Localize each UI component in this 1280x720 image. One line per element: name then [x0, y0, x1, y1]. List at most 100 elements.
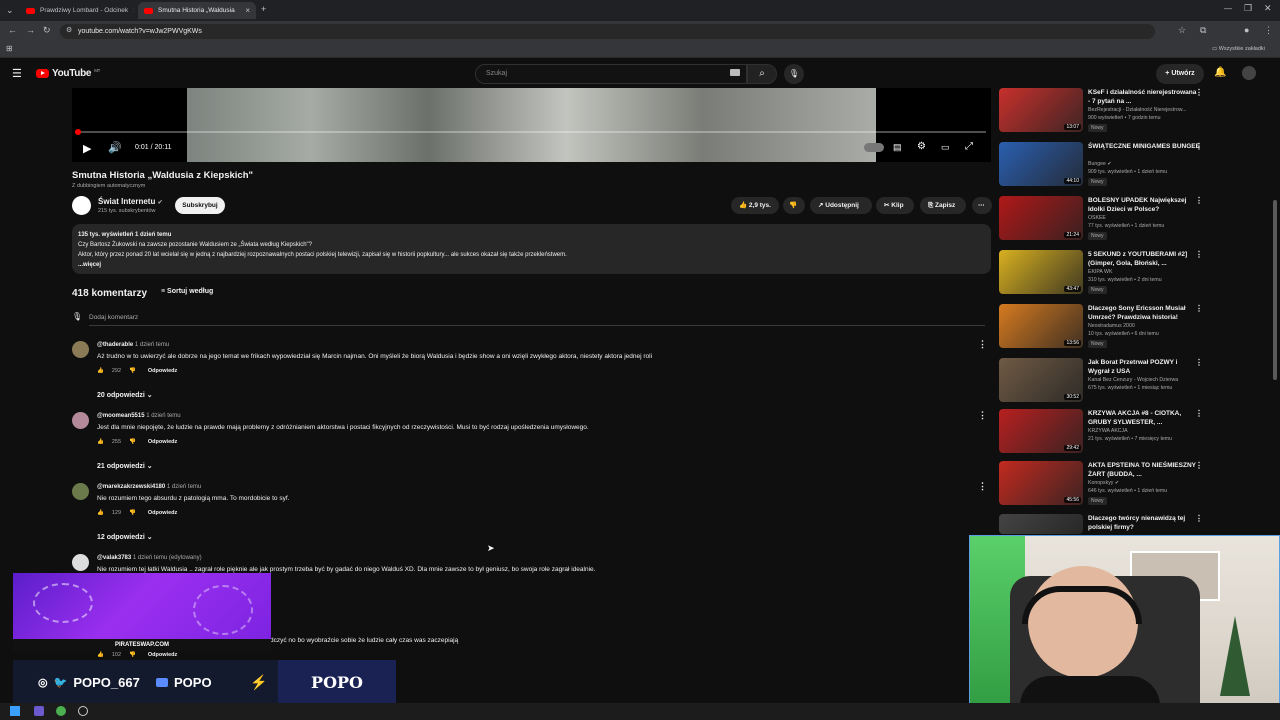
subtitles-icon[interactable]: ▤	[893, 142, 902, 153]
page-scrollbar[interactable]	[1273, 200, 1277, 380]
related-video-channel[interactable]: Neostradamus 2000	[1088, 323, 1135, 329]
taskbar-app-icon[interactable]	[78, 706, 88, 716]
save-button[interactable]: ⎘ Zapisz	[920, 197, 966, 214]
comment-author[interactable]: @moomean5515 1 dzień temu	[97, 413, 181, 419]
avatar[interactable]	[72, 341, 89, 358]
voice-search-button[interactable]: 🎙	[784, 64, 804, 84]
related-video-title[interactable]: ŚWIĄTECZNE MINIGAMES BUNGEE	[1088, 142, 1200, 151]
notifications-bell-icon[interactable]: 🔔	[1214, 67, 1226, 78]
taskbar-app-icon[interactable]	[34, 706, 44, 716]
start-icon[interactable]	[10, 706, 20, 716]
related-video-item[interactable]: 43:47 5 SEKUND z YOUTUBERAMI #2] (Gimper,…	[999, 250, 1274, 302]
create-button[interactable]: + Utwórz	[1156, 64, 1204, 84]
avatar[interactable]	[72, 483, 89, 500]
browser-tab-active[interactable]: Smutna Historia „Waldusia ×	[138, 2, 256, 19]
settings-gear-icon[interactable]: ⚙	[917, 141, 926, 152]
search-button[interactable]: ⌕	[747, 64, 777, 84]
video-thumbnail[interactable]: 45:56	[999, 461, 1083, 505]
related-video-channel[interactable]: KRZYWA AKCJA	[1088, 428, 1128, 434]
related-video-item[interactable]: 29:42 KRZYWA AKCJA #8 - CIOTKA, GRUBY SYL…	[999, 409, 1274, 461]
autoplay-toggle[interactable]	[864, 143, 884, 152]
comment-menu-icon[interactable]: ⋮	[978, 339, 987, 350]
close-window-icon[interactable]: ✕	[1264, 4, 1272, 13]
avatar[interactable]	[72, 412, 89, 429]
progress-bar[interactable]	[77, 131, 986, 133]
related-video-channel[interactable]: EKIPA WK	[1088, 269, 1112, 275]
more-actions-button[interactable]: ⋯	[972, 197, 992, 214]
tab-list-icon[interactable]: ⌄	[6, 6, 14, 15]
share-button[interactable]: ↗ Udostępnij	[810, 197, 872, 214]
video-menu-icon[interactable]: ⋮	[1195, 88, 1203, 97]
volume-icon[interactable]: 🔊	[108, 141, 122, 154]
comment-author[interactable]: @marekzakrzewski4180 1 dzień temu	[97, 484, 201, 490]
browser-menu-icon[interactable]: ⋮	[1264, 26, 1273, 35]
related-video-channel[interactable]: Konopskyy ✔	[1088, 480, 1119, 486]
chrome-icon[interactable]	[56, 706, 66, 716]
video-thumbnail[interactable]: 30:52	[999, 358, 1083, 402]
fullscreen-icon[interactable]: ⤢	[965, 141, 973, 152]
comment-menu-icon[interactable]: ⋮	[978, 410, 987, 421]
like-icon[interactable]: 👍	[97, 510, 104, 516]
related-video-title[interactable]: Jak Borat Przetrwał POZWY i Wygrał z USA	[1088, 358, 1200, 376]
site-info-icon[interactable]: ⚙	[66, 27, 72, 34]
comment-author[interactable]: @thaderable 1 dzień temu	[97, 342, 169, 348]
video-menu-icon[interactable]: ⋮	[1195, 461, 1203, 470]
related-video-item[interactable]: 21:24 BOLESNY UPADEK Największej Idolki D…	[999, 196, 1274, 248]
comment-menu-icon[interactable]: ⋮	[978, 481, 987, 492]
video-menu-icon[interactable]: ⋮	[1195, 304, 1203, 313]
account-avatar[interactable]	[1242, 66, 1256, 80]
close-tab-icon[interactable]: ×	[133, 6, 134, 15]
related-video-channel[interactable]: Bungee ✔	[1088, 161, 1112, 167]
video-menu-icon[interactable]: ⋮	[1195, 514, 1203, 523]
related-video-item[interactable]: 30:52 Jak Borat Przetrwał POZWY i Wygrał …	[999, 358, 1274, 410]
minimize-icon[interactable]: —	[1224, 5, 1232, 13]
replies-toggle[interactable]: 12 odpowiedzi ⌄	[97, 533, 153, 541]
related-video-title[interactable]: KSeF i działalność nierejestrowana - 7 p…	[1088, 88, 1200, 106]
comment-author[interactable]: @valak3783 1 dzień temu (edytowany)	[97, 555, 202, 561]
like-icon[interactable]: 👍	[97, 439, 104, 445]
video-thumbnail[interactable]	[999, 514, 1083, 534]
related-video-item[interactable]: 44:10 ŚWIĄTECZNE MINIGAMES BUNGEE Bungee ✔…	[999, 142, 1274, 194]
video-thumbnail[interactable]: 44:10	[999, 142, 1083, 186]
maximize-icon[interactable]: ❐	[1244, 4, 1252, 13]
new-tab-icon[interactable]: +	[261, 5, 266, 14]
related-video-title[interactable]: Dlaczego twórcy nienawidzą tej polskiej …	[1088, 514, 1200, 532]
like-icon[interactable]: 👍	[97, 652, 104, 658]
keyboard-icon[interactable]	[730, 69, 740, 76]
avatar[interactable]	[72, 554, 89, 571]
dislike-icon[interactable]: 👎	[129, 368, 136, 374]
dislike-icon[interactable]: 👎	[129, 439, 136, 445]
add-comment-input[interactable]: Dodaj komentarz	[89, 314, 138, 321]
video-thumbnail[interactable]: 13:56	[999, 304, 1083, 348]
miniplayer-icon[interactable]: ▭	[941, 142, 950, 153]
like-icon[interactable]: 👍	[97, 368, 104, 374]
related-video-title[interactable]: KRZYWA AKCJA #8 - CIOTKA, GRUBY SYLWESTE…	[1088, 409, 1200, 427]
scrubber-handle[interactable]	[75, 129, 81, 135]
channel-avatar[interactable]	[72, 196, 91, 215]
close-tab-icon[interactable]: ×	[245, 6, 250, 15]
forward-icon[interactable]: →	[26, 26, 35, 35]
related-video-item[interactable]: 45:56 AKTA EPSTEINA TO NIEŚMIESZNY ŻART (…	[999, 461, 1274, 513]
profile-icon[interactable]: ●	[1244, 26, 1249, 35]
reply-button[interactable]: Odpowiedz	[148, 439, 177, 445]
menu-icon[interactable]: ☰	[12, 67, 22, 80]
sort-button[interactable]: ≡ Sortuj według	[161, 288, 213, 295]
video-thumbnail[interactable]: 13:07	[999, 88, 1083, 132]
youtube-logo[interactable]: YouTube MT	[36, 68, 100, 79]
address-bar[interactable]: youtube.com/watch?v=wJw2PWVgKWs	[60, 24, 1155, 39]
related-video-item[interactable]: 13:56 Dlaczego Sony Ericsson Musiał Umrze…	[999, 304, 1274, 356]
video-frame[interactable]	[187, 88, 876, 162]
play-icon[interactable]: ▶	[83, 142, 91, 155]
video-menu-icon[interactable]: ⋮	[1195, 196, 1203, 205]
related-video-item[interactable]: 13:07 KSeF i działalność nierejestrowana …	[999, 88, 1274, 140]
replies-toggle[interactable]: 21 odpowiedzi ⌄	[97, 462, 153, 470]
video-menu-icon[interactable]: ⋮	[1195, 142, 1203, 151]
video-thumbnail[interactable]: 43:47	[999, 250, 1083, 294]
reply-button[interactable]: Odpowiedz	[148, 368, 177, 374]
video-menu-icon[interactable]: ⋮	[1195, 358, 1203, 367]
related-video-title[interactable]: 5 SEKUND z YOUTUBERAMI #2] (Gimper, Gola…	[1088, 250, 1200, 268]
extensions-icon[interactable]: ⧉	[1200, 26, 1206, 35]
dislike-icon[interactable]: 👎	[129, 652, 136, 658]
description-more-link[interactable]: ...więcej	[78, 260, 985, 270]
related-video-title[interactable]: AKTA EPSTEINA TO NIEŚMIESZNY ŻART (BUDDA…	[1088, 461, 1200, 479]
